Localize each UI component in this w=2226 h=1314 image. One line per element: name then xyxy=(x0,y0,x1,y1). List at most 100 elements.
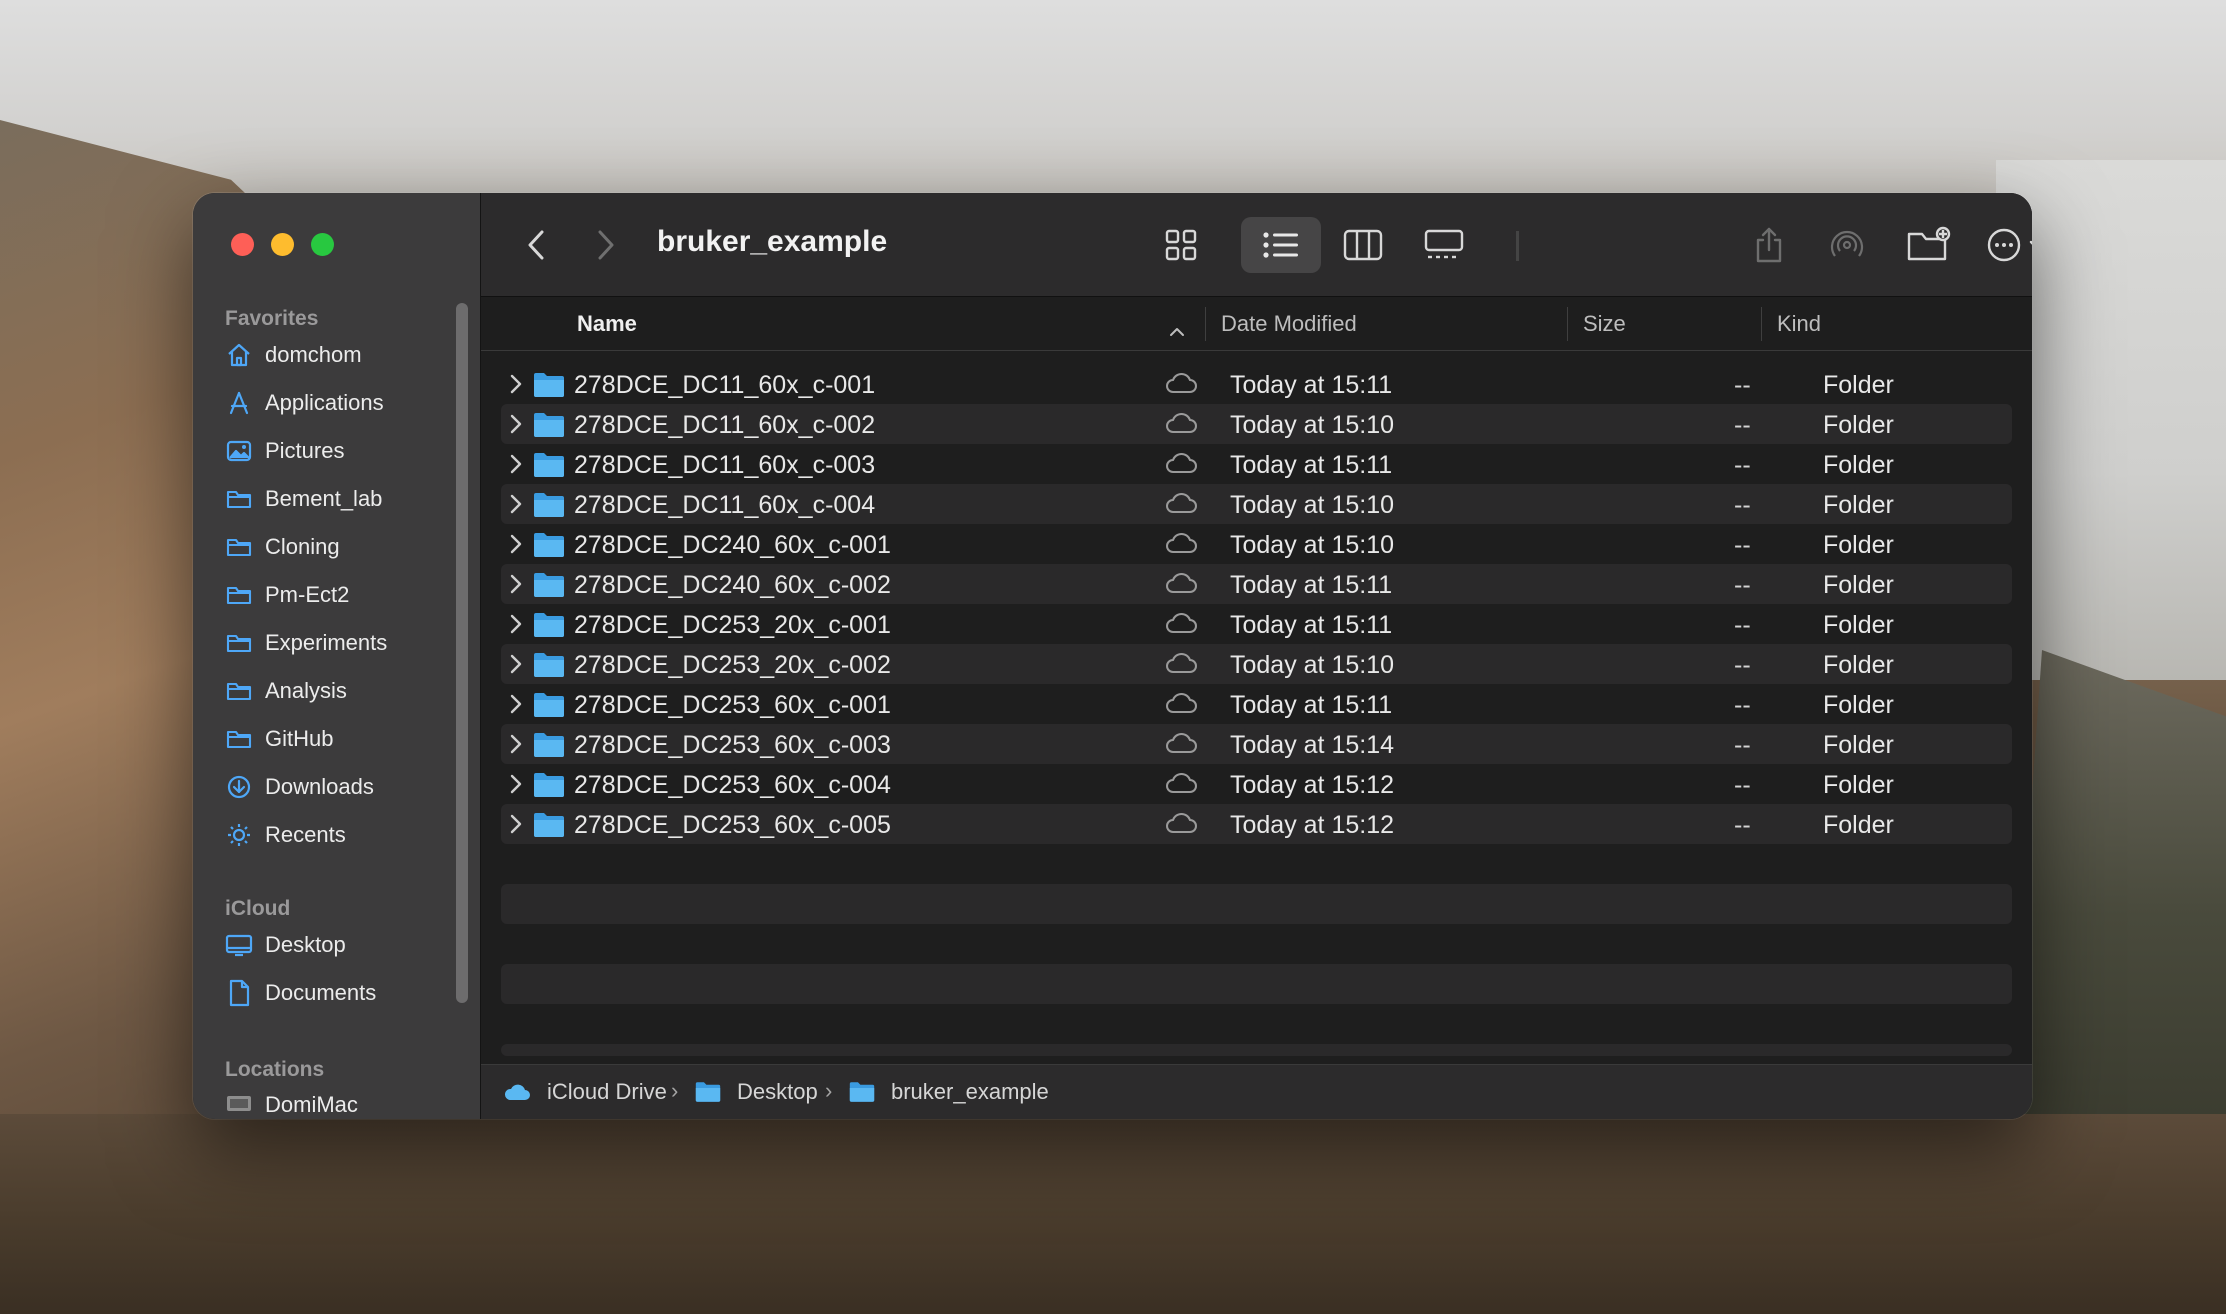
folder-icon xyxy=(225,677,253,705)
sidebar-item-downloads[interactable]: Downloads xyxy=(225,767,450,807)
sidebar-item-label: domchom xyxy=(265,342,362,367)
forward-button[interactable] xyxy=(591,223,621,267)
sidebar-item-pictures[interactable]: Pictures xyxy=(225,431,450,471)
folder-icon xyxy=(533,692,565,725)
finder-window: Favorites iCloud Locations domchom Applic… xyxy=(193,193,2032,1119)
file-size: -- xyxy=(1734,811,1751,839)
disclosure-chevron-icon[interactable] xyxy=(509,733,523,762)
file-row[interactable]: 278DCE_DC11_60x_c-002 Today at 15:10 -- Fol… xyxy=(501,404,2012,444)
file-date: Today at 15:14 xyxy=(1230,731,1395,759)
sidebar-item-domimac[interactable]: DomiMac xyxy=(225,1085,450,1119)
file-row[interactable]: 278DCE_DC11_60x_c-003 Today at 15:11 -- Fol… xyxy=(501,444,2012,484)
sidebar-item-documents[interactable]: Documents xyxy=(225,973,450,1013)
sidebar-item-github[interactable]: GitHub xyxy=(225,719,450,759)
file-row[interactable]: 278DCE_DC253_20x_c-001 Today at 15:11 -- Fo… xyxy=(501,604,2012,644)
sidebar-item-analysis[interactable]: Analysis xyxy=(225,671,450,711)
folder-icon xyxy=(533,732,565,765)
sidebar-item-label: Applications xyxy=(265,390,384,415)
more-actions-button[interactable] xyxy=(1986,223,2032,267)
icloud-status-icon xyxy=(1164,652,1198,681)
toolbar: bruker_example xyxy=(481,193,2032,297)
file-name: 278DCE_DC240_60x_c-002 xyxy=(574,571,891,599)
column-divider[interactable] xyxy=(1567,307,1568,341)
minimize-button[interactable] xyxy=(271,233,294,256)
folder-icon xyxy=(225,725,253,753)
back-button[interactable] xyxy=(521,223,551,267)
column-name-header[interactable]: Name xyxy=(577,311,637,337)
disclosure-chevron-icon[interactable] xyxy=(509,813,523,842)
file-row[interactable]: 278DCE_DC240_60x_c-002 Today at 15:11 -- Fo… xyxy=(501,564,2012,604)
file-row[interactable]: 278DCE_DC253_20x_c-002 Today at 15:10 -- Fo… xyxy=(501,644,2012,684)
file-kind: Folder xyxy=(1823,771,1894,799)
file-name: 278DCE_DC253_60x_c-003 xyxy=(574,731,891,759)
file-row[interactable]: 278DCE_DC253_60x_c-003 Today at 15:14 -- Fo… xyxy=(501,724,2012,764)
column-date-header[interactable]: Date Modified xyxy=(1221,311,1357,337)
desktop-icon xyxy=(225,931,253,959)
file-row[interactable]: 278DCE_DC11_60x_c-001 Today at 15:11 -- Fol… xyxy=(501,364,2012,404)
close-button[interactable] xyxy=(231,233,254,256)
disclosure-chevron-icon[interactable] xyxy=(509,373,523,402)
sidebar-item-pm-ect2[interactable]: Pm-Ect2 xyxy=(225,575,450,615)
folder-icon xyxy=(695,1081,729,1103)
folder-icon xyxy=(533,532,565,565)
airdrop-button[interactable] xyxy=(1826,223,1868,267)
disclosure-chevron-icon[interactable] xyxy=(509,613,523,642)
file-date: Today at 15:10 xyxy=(1230,411,1395,439)
share-button[interactable] xyxy=(1751,223,1787,267)
sidebar-item-recents[interactable]: Recents xyxy=(225,815,450,855)
zoom-button[interactable] xyxy=(311,233,334,256)
file-kind: Folder xyxy=(1823,531,1894,559)
column-divider[interactable] xyxy=(1205,307,1206,341)
disclosure-chevron-icon[interactable] xyxy=(509,413,523,442)
pictures-icon xyxy=(225,437,253,465)
sidebar-item-experiments[interactable]: Experiments xyxy=(225,623,450,663)
icloud-icon xyxy=(503,1082,539,1102)
file-size: -- xyxy=(1734,611,1751,639)
path-separator-chevron-icon: › xyxy=(825,1078,833,1103)
disclosure-chevron-icon[interactable] xyxy=(509,493,523,522)
column-kind-header[interactable]: Kind xyxy=(1777,311,1821,337)
disclosure-chevron-icon[interactable] xyxy=(509,533,523,562)
path-crumb-icloud-drive[interactable]: iCloud Drive xyxy=(503,1079,667,1105)
file-row[interactable]: 278DCE_DC11_60x_c-004 Today at 15:10 -- Fol… xyxy=(501,484,2012,524)
sidebar-item-domchom[interactable]: domchom xyxy=(225,335,450,375)
sidebar-item-applications[interactable]: Applications xyxy=(225,383,450,423)
new-folder-button[interactable] xyxy=(1905,223,1953,267)
folder-icon xyxy=(533,452,565,485)
disclosure-chevron-icon[interactable] xyxy=(509,653,523,682)
path-crumb-label: bruker_example xyxy=(891,1079,1049,1104)
file-size: -- xyxy=(1734,451,1751,479)
sidebar-scrollbar[interactable] xyxy=(456,303,468,1003)
folder-icon xyxy=(533,492,565,525)
file-row[interactable]: 278DCE_DC240_60x_c-001 Today at 15:10 -- Fo… xyxy=(501,524,2012,564)
column-divider[interactable] xyxy=(1761,307,1762,341)
file-row[interactable]: 278DCE_DC253_60x_c-004 Today at 15:12 -- Fo… xyxy=(501,764,2012,804)
column-size-header[interactable]: Size xyxy=(1583,311,1626,337)
disclosure-chevron-icon[interactable] xyxy=(509,773,523,802)
list-icon xyxy=(1263,232,1298,258)
folder-icon xyxy=(533,812,565,845)
disclosure-chevron-icon[interactable] xyxy=(509,693,523,722)
file-row[interactable]: 278DCE_DC253_60x_c-001 Today at 15:11 -- Fo… xyxy=(501,684,2012,724)
file-kind: Folder xyxy=(1823,811,1894,839)
path-crumb-bruker-example[interactable]: bruker_example xyxy=(849,1079,1049,1105)
column-view-button[interactable] xyxy=(1341,223,1385,267)
file-row[interactable]: 278DCE_DC253_60x_c-005 Today at 15:12 -- Fo… xyxy=(501,804,2012,844)
file-date: Today at 15:10 xyxy=(1230,651,1395,679)
file-size: -- xyxy=(1734,691,1751,719)
gallery-view-button[interactable] xyxy=(1421,223,1467,267)
sidebar-item-desktop[interactable]: Desktop xyxy=(225,925,450,965)
sidebar-item-label: Desktop xyxy=(265,932,346,957)
disclosure-chevron-icon[interactable] xyxy=(509,573,523,602)
sidebar-item-cloning[interactable]: Cloning xyxy=(225,527,450,567)
icon-view-button[interactable] xyxy=(1161,223,1201,267)
sidebar-item-bement-lab[interactable]: Bement_lab xyxy=(225,479,450,519)
disclosure-chevron-icon[interactable] xyxy=(509,453,523,482)
list-view-button[interactable] xyxy=(1261,223,1301,267)
chevron-right-icon xyxy=(598,230,614,260)
ellipsis-circle-icon xyxy=(1987,228,2032,262)
path-crumb-desktop[interactable]: Desktop xyxy=(695,1079,818,1105)
file-date: Today at 15:11 xyxy=(1230,611,1393,639)
file-name: 278DCE_DC11_60x_c-004 xyxy=(574,491,876,519)
chevron-left-icon xyxy=(528,230,544,260)
